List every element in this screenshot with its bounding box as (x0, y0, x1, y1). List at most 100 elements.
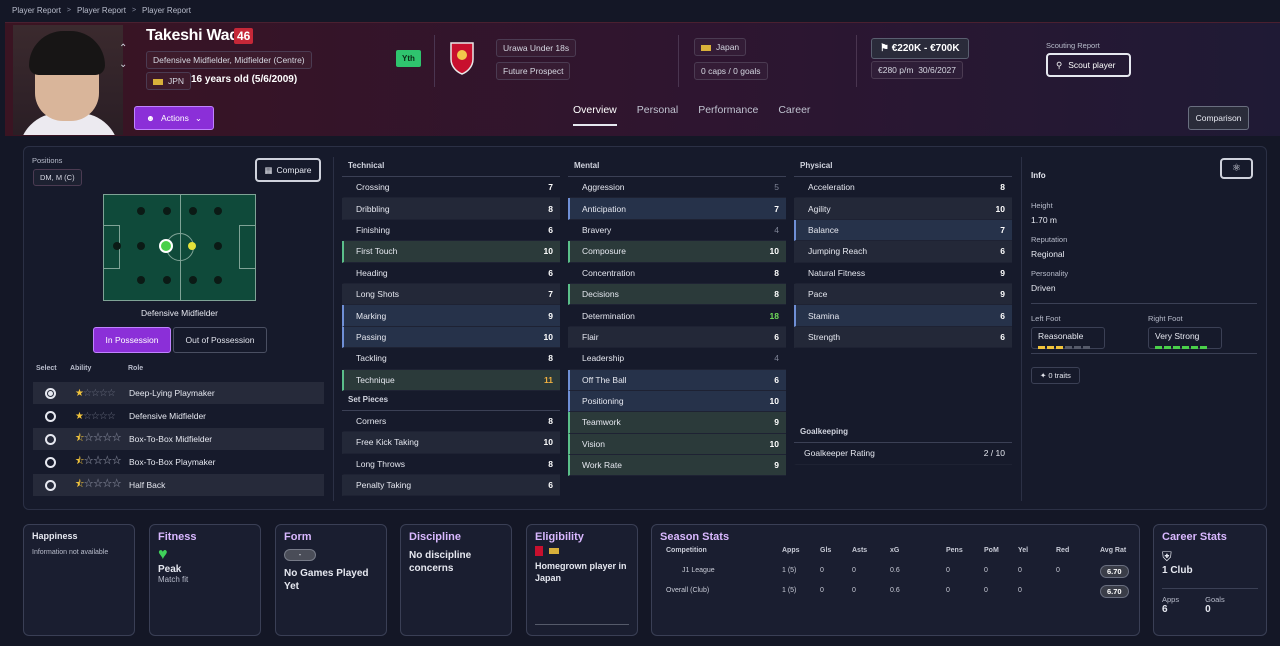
scout-player-button[interactable]: ⚲ Scout player (1046, 53, 1131, 77)
attribute-name: Determination (582, 310, 635, 321)
club-team[interactable]: Urawa Under 18s (496, 39, 577, 57)
traits-pill[interactable]: ✦ 0 traits (1031, 367, 1080, 384)
attribute-row[interactable]: Penalty Taking 6 (342, 475, 560, 497)
right-foot-bar (1155, 346, 1215, 349)
attribute-row[interactable]: Free Kick Taking 10 (342, 432, 560, 454)
attribute-name: Free Kick Taking (356, 437, 419, 448)
radio-icon[interactable] (45, 410, 56, 422)
attribute-row[interactable]: Dribbling 8 (342, 198, 560, 220)
player-age: 16 years old (5/6/2009) (191, 74, 298, 85)
attribute-row[interactable]: Passing 10 (342, 326, 560, 349)
avg-rating-badge: 6.70 (1100, 565, 1129, 578)
attribute-row[interactable]: Decisions 8 (568, 283, 786, 306)
attribute-row[interactable]: Long Throws 8 (342, 454, 560, 476)
attribute-row[interactable]: Corners 8 (342, 411, 560, 433)
attribute-row[interactable]: Crossing 7 (342, 177, 560, 199)
breadcrumb: Player Report > Player Report > Player Rep… (12, 6, 191, 15)
role-row[interactable]: ⯪☆☆☆☆ Box-To-Box Midfielder (33, 428, 324, 450)
attribute-row[interactable]: Heading 6 (342, 263, 560, 284)
attribute-row[interactable]: First Touch 10 (342, 241, 560, 263)
season-header: xG (890, 547, 900, 554)
attribute-row[interactable]: Flair 6 (568, 326, 786, 349)
season-stats-card[interactable]: Season Stats Competition Apps Gls Asts xG Pen… (651, 524, 1140, 636)
left-foot-bar (1038, 346, 1098, 349)
next-player-icon[interactable]: ⌄ (119, 59, 127, 70)
attribute-row[interactable]: Long Shots 7 (342, 283, 560, 306)
attribute-row[interactable]: Concentration 8 (568, 263, 786, 284)
happiness-card[interactable]: Happiness Information not available (23, 524, 135, 636)
breadcrumb-item[interactable]: Player Report (77, 6, 126, 15)
radio-icon[interactable] (45, 456, 56, 468)
season-stat: 0 (984, 587, 988, 594)
career-stats-card[interactable]: Career Stats ⛨ 1 Club Apps 6 Goals 0 (1153, 524, 1267, 636)
attribute-row[interactable]: Natural Fitness 9 (794, 263, 1012, 284)
attribute-name: Concentration (582, 267, 635, 278)
season-stat: 0 (946, 567, 950, 574)
intl-nation-pill[interactable]: Japan (694, 38, 747, 56)
reputation-label: Reputation (1031, 235, 1068, 244)
attribute-row[interactable]: Agility 10 (794, 198, 1012, 220)
attribute-row[interactable]: Anticipation 7 (568, 198, 786, 220)
attribute-row[interactable]: Marking 9 (342, 305, 560, 327)
previous-player-icon[interactable]: ⌃ (119, 43, 127, 54)
attribute-value: 6 (548, 480, 553, 491)
attribute-row[interactable]: Teamwork 9 (568, 412, 786, 434)
breadcrumb-item[interactable]: Player Report (142, 6, 191, 15)
attribute-row[interactable]: Bravery 4 (568, 220, 786, 242)
attribute-row[interactable]: Jumping Reach 6 (794, 241, 1012, 263)
role-row[interactable]: ⯪☆☆☆☆ Box-To-Box Playmaker (33, 451, 324, 473)
club-crest-icon (535, 546, 543, 556)
happiness-text: Information not available (32, 549, 109, 556)
attribute-value: 6 (1000, 310, 1005, 321)
radio-selected-icon[interactable] (45, 387, 56, 399)
competition-name[interactable]: Overall (Club) (666, 587, 709, 594)
attribute-row[interactable]: Technique 11 (342, 369, 560, 391)
attribute-row[interactable]: Leadership 4 (568, 348, 786, 370)
in-possession-toggle[interactable]: In Possession (93, 327, 171, 353)
left-foot-label: Left Foot (1031, 314, 1061, 323)
attribute-row[interactable]: Strength 6 (794, 326, 1012, 349)
radio-icon[interactable] (45, 479, 56, 491)
competition-name[interactable]: J1 League (682, 567, 715, 574)
attribute-row[interactable]: Stamina 6 (794, 305, 1012, 327)
attribute-row[interactable]: Determination 18 (568, 305, 786, 327)
comparison-button[interactable]: Comparison (1188, 106, 1249, 130)
attribute-row[interactable]: Vision 10 (568, 433, 786, 456)
attribute-row[interactable]: Aggression 5 (568, 177, 786, 199)
fitness-card[interactable]: Fitness ♥ Peak Match fit (149, 524, 261, 636)
attribute-name: Positioning (582, 396, 624, 407)
radio-icon[interactable] (45, 433, 56, 445)
pitch-caption: Defensive Midfielder (140, 308, 218, 318)
role-row[interactable]: ★☆☆☆☆ Deep-Lying Playmaker (33, 382, 324, 404)
breadcrumb-item[interactable]: Player Report (12, 6, 61, 15)
divider (678, 35, 679, 87)
tag-icon: ⚑ (880, 43, 889, 54)
out-of-possession-toggle[interactable]: Out of Possession (173, 327, 267, 353)
tab-performance[interactable]: Performance (698, 104, 758, 126)
attribute-row[interactable]: Positioning 10 (568, 390, 786, 413)
attribute-row[interactable]: Tackling 8 (342, 348, 560, 370)
attribute-row[interactable]: Composure 10 (568, 241, 786, 263)
attribute-row[interactable]: Work Rate 9 (568, 455, 786, 477)
attribute-name: Acceleration (808, 182, 855, 193)
actions-button[interactable]: ☻ Actions ⌄ (134, 106, 214, 130)
attribute-value: 4 (774, 224, 779, 235)
role-row[interactable]: ★☆☆☆☆ Defensive Midfielder (33, 405, 324, 427)
transfer-value: ⚑ €220K - €700K (871, 38, 969, 59)
info-settings-icon[interactable]: ⚛ (1220, 158, 1253, 179)
compare-button[interactable]: ▦ Compare (255, 158, 321, 182)
discipline-card[interactable]: Discipline No discipline concerns (400, 524, 512, 636)
player-name: Takeshi Wada (146, 27, 248, 44)
tab-personal[interactable]: Personal (637, 104, 678, 126)
role-row[interactable]: ⯪☆☆☆☆ Half Back (33, 474, 324, 496)
attribute-row[interactable]: Pace 9 (794, 283, 1012, 306)
attribute-row[interactable]: Finishing 6 (342, 220, 560, 242)
form-card[interactable]: Form - No Games Played Yet (275, 524, 387, 636)
attribute-row[interactable]: Acceleration 8 (794, 177, 1012, 199)
tab-overview[interactable]: Overview (573, 104, 617, 126)
tab-career[interactable]: Career (778, 104, 810, 126)
foot-level-tick (1155, 346, 1162, 349)
attribute-row[interactable]: Off The Ball 6 (568, 369, 786, 391)
attribute-row[interactable]: Balance 7 (794, 219, 1012, 242)
eligibility-card[interactable]: Eligibility Homegrown player in Japan (526, 524, 638, 636)
